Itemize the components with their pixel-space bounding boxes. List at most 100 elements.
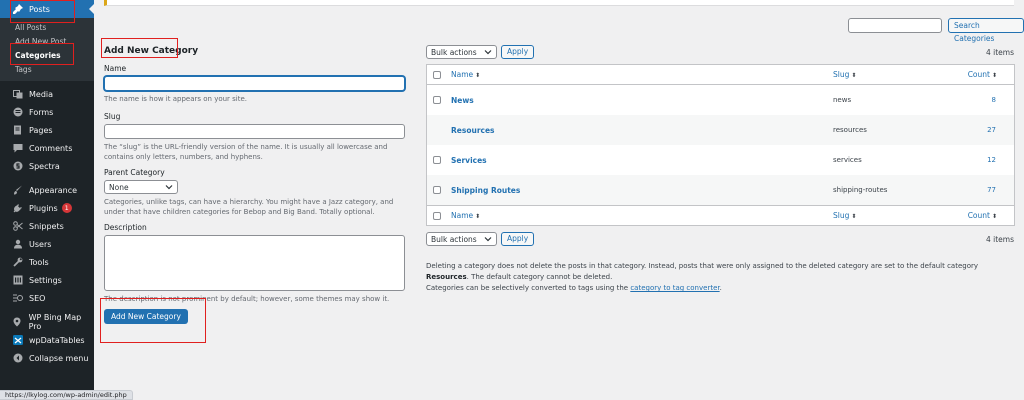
sort-icon: ⬍ (991, 72, 997, 79)
category-notes: Deleting a category does not delete the … (426, 261, 1004, 294)
sidebar-item-forms[interactable]: Forms (0, 103, 94, 121)
bulk-actions-value: Bulk actions (431, 234, 477, 244)
parent-category-select[interactable]: None (104, 180, 178, 194)
sidebar-item-spectra[interactable]: Spectra (0, 157, 94, 175)
search-categories-button[interactable]: Search Categories (948, 18, 1024, 43)
highlight-box-form-title (101, 38, 178, 58)
sidebar-item-label: wpDataTables (29, 335, 85, 345)
sidebar-item-appearance[interactable]: Appearance (0, 181, 94, 199)
sidebar-item-wp-bing-map-pro[interactable]: WP Bing Map Pro (0, 313, 94, 331)
sidebar-item-settings[interactable]: Settings (0, 271, 94, 289)
sidebar-item-media[interactable]: Media (0, 85, 94, 103)
admin-notice (104, 0, 1014, 6)
table-row: Resources resources 27 (427, 115, 1014, 145)
parent-category-value: None (109, 182, 129, 192)
bulk-actions-select-bottom[interactable]: Bulk actions (426, 232, 497, 246)
sidebar-item-label: Pages (29, 125, 53, 135)
wpdatatables-icon (12, 335, 23, 346)
sidebar-item-label: WP Bing Map Pro (28, 313, 82, 331)
bulk-actions-value: Bulk actions (431, 47, 477, 57)
category-count-link[interactable]: 77 (987, 186, 996, 194)
category-count-link[interactable]: 27 (987, 126, 996, 134)
select-all-checkbox[interactable] (433, 70, 441, 79)
highlight-box-categories (10, 43, 74, 65)
sidebar-item-snippets[interactable]: Snippets (0, 217, 94, 235)
category-count-link[interactable]: 12 (987, 156, 996, 164)
tools-icon (12, 257, 23, 268)
sidebar-item-seo[interactable]: SEO (0, 289, 94, 307)
category-slug: shipping-routes (833, 186, 888, 194)
table-row: News news 8 (427, 85, 1014, 115)
column-count-footer[interactable]: Count ⬍ (968, 211, 997, 220)
sidebar-item-plugins[interactable]: Plugins 1 (0, 199, 94, 217)
slug-input[interactable] (104, 124, 405, 139)
submenu-tags[interactable]: Tags (0, 63, 94, 77)
sidebar-item-tools[interactable]: Tools (0, 253, 94, 271)
table-row: Services services 12 (427, 145, 1014, 175)
sidebar-item-label: Comments (29, 143, 73, 153)
snippets-icon (12, 221, 23, 232)
parent-category-help: Categories, unlike tags, can have a hier… (104, 198, 394, 216)
comments-icon (12, 143, 23, 154)
category-to-tag-converter-link[interactable]: category to tag converter (630, 284, 719, 292)
sort-icon: ⬍ (851, 213, 857, 220)
table-footer: Name ⬍ Slug ⬍ Count ⬍ (427, 205, 1014, 225)
sidebar-item-wpdatatables[interactable]: wpDataTables (0, 331, 94, 349)
name-input[interactable] (104, 76, 405, 91)
sidebar-item-label: Settings (29, 275, 62, 285)
column-name-footer[interactable]: Name ⬍ (451, 211, 480, 220)
column-slug-header[interactable]: Slug ⬍ (833, 70, 856, 79)
sidebar-item-label: Media (29, 89, 54, 99)
category-name-link[interactable]: Shipping Routes (451, 186, 520, 195)
add-category-form: Add New Category Name The name is how it… (104, 44, 406, 324)
sidebar-item-label: Plugins (29, 203, 58, 213)
slug-help: The “slug” is the URL-friendly version o… (104, 143, 388, 161)
column-slug-footer[interactable]: Slug ⬍ (833, 211, 856, 220)
chevron-down-icon (484, 235, 492, 244)
column-count-header[interactable]: Count ⬍ (968, 70, 997, 79)
items-count-top: 4 items (985, 48, 1014, 57)
sidebar-item-label: SEO (29, 293, 46, 303)
category-name-link[interactable]: Services (451, 156, 487, 165)
map-pin-icon (12, 317, 23, 328)
select-all-checkbox-footer[interactable] (433, 211, 441, 220)
sort-icon: ⬍ (991, 213, 997, 220)
bulk-actions-select-top[interactable]: Bulk actions (426, 45, 497, 59)
category-slug: resources (833, 126, 867, 134)
table-row: Shipping Routes shipping-routes 77 (427, 175, 1014, 205)
row-checkbox[interactable] (433, 96, 441, 104)
sidebar-item-label: Spectra (29, 161, 60, 171)
apply-button-top[interactable]: Apply (501, 45, 535, 59)
highlight-box-posts (10, 0, 75, 23)
sort-icon: ⬍ (475, 213, 481, 220)
row-checkbox[interactable] (433, 156, 441, 164)
media-icon (12, 89, 23, 100)
category-name-link[interactable]: Resources (451, 126, 495, 135)
column-name-header[interactable]: Name ⬍ (451, 70, 480, 79)
default-category-name: Resources (426, 273, 467, 281)
search-categories-input[interactable] (848, 18, 942, 33)
current-menu-arrow (89, 4, 94, 14)
apply-button-bottom[interactable]: Apply (501, 232, 535, 246)
sidebar-item-label: Collapse menu (29, 353, 89, 363)
plugins-update-badge: 1 (61, 203, 72, 213)
category-name-link[interactable]: News (451, 96, 474, 105)
description-textarea[interactable] (104, 235, 405, 291)
submenu-all-posts[interactable]: All Posts (0, 21, 94, 35)
category-count-link[interactable]: 8 (992, 96, 996, 104)
sidebar-item-comments[interactable]: Comments (0, 139, 94, 157)
sidebar-item-label: Users (29, 239, 52, 249)
collapse-menu-button[interactable]: Collapse menu (0, 349, 94, 367)
sidebar-item-users[interactable]: Users (0, 235, 94, 253)
spectra-icon (12, 161, 23, 172)
category-slug: news (833, 96, 852, 104)
chevron-down-icon (484, 48, 492, 57)
chevron-down-icon (165, 183, 173, 192)
items-count-bottom: 4 items (985, 235, 1014, 244)
row-checkbox[interactable] (433, 186, 441, 194)
parent-category-label: Parent Category (104, 168, 165, 177)
seo-icon (12, 293, 23, 304)
table-header: Name ⬍ Slug ⬍ Count ⬍ (427, 65, 1014, 85)
sidebar-item-pages[interactable]: Pages (0, 121, 94, 139)
settings-icon (12, 275, 23, 286)
